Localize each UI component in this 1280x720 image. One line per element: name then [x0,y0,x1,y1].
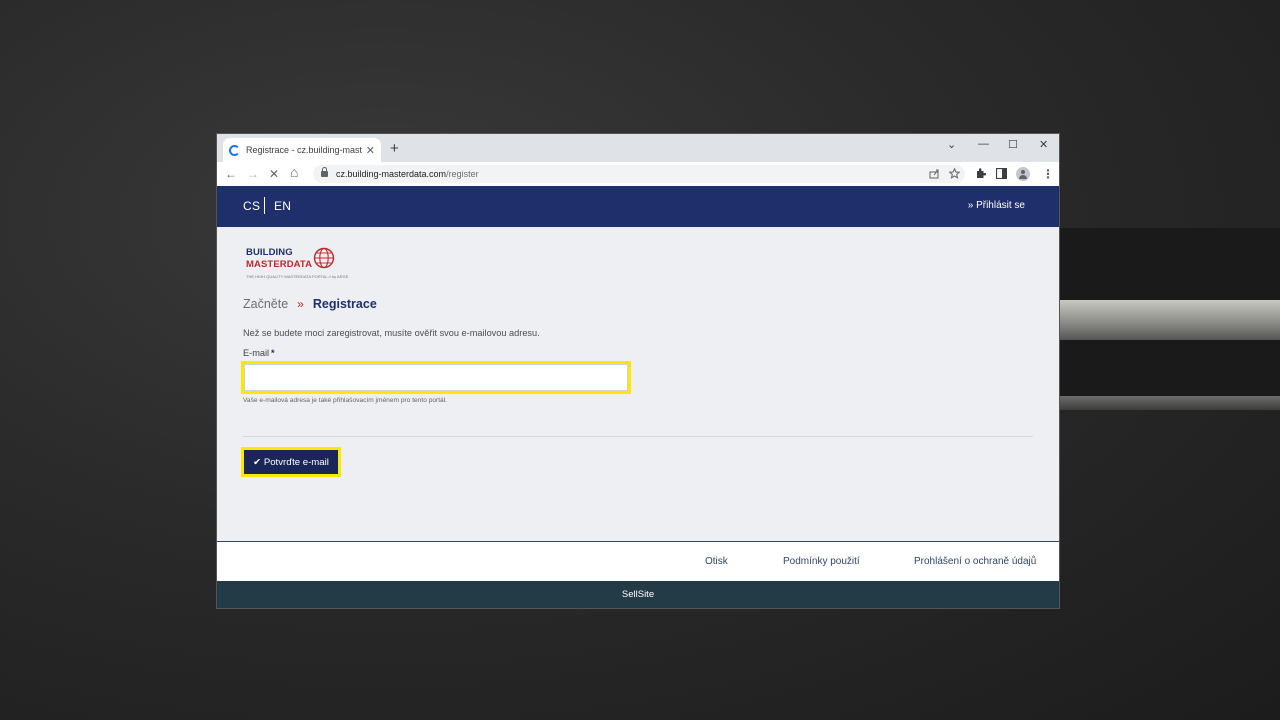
loading-spinner-icon [229,144,240,156]
tab-title: Registrace - cz.building-masterdata.com/… [246,145,362,155]
lang-cs-link[interactable]: CS [243,199,260,213]
url-host: cz.building-masterdata.com [336,169,447,179]
tab-close-icon[interactable]: ✕ [366,144,375,157]
lang-separator [264,197,265,214]
email-label: E-mail * [243,348,275,358]
site-header: CS EN » Přihlásit se [217,186,1059,227]
footer-links: Otisk Podmínky použití Prohlášení o ochr… [217,541,1059,581]
share-icon[interactable] [929,169,940,179]
footer-link-privacy[interactable]: Prohlášení o ochraně údajů [914,556,1036,567]
breadcrumb-start-link[interactable]: Začněte [243,297,288,311]
url-path: /register [446,169,479,179]
back-icon[interactable]: ← [225,166,237,182]
new-tab-icon[interactable]: + [390,140,399,157]
background-metal-bar [1060,300,1280,340]
required-mark: * [271,348,275,358]
lang-en-link[interactable]: EN [274,199,291,213]
tab-search-icon[interactable]: ⌄ [947,138,956,151]
browser-window: Registrace - cz.building-masterdata.com/… [217,134,1059,608]
building-masterdata-logo[interactable]: BUILDING MASTERDATA THE HIGH QUALITY MAS… [246,247,366,281]
confirm-button-highlight: ✔ Potvrďte e-mail [241,447,341,477]
globe-icon [313,247,335,269]
star-icon[interactable] [949,168,960,179]
tab-registrace[interactable]: Registrace - cz.building-masterdata.com/… [223,138,381,162]
close-window-icon[interactable]: ✕ [1039,138,1048,151]
footer-link-otisk[interactable]: Otisk [705,556,728,567]
address-bar[interactable]: cz.building-masterdata.com/register [313,165,965,183]
email-field-highlight [241,361,631,394]
main-content: BUILDING MASTERDATA THE HIGH QUALITY MAS… [217,227,1059,542]
stop-icon[interactable]: ✕ [269,166,279,182]
email-hint: Vaše e-mailová adresa je také přihlašova… [243,397,448,404]
confirm-email-button[interactable]: ✔ Potvrďte e-mail [244,450,338,474]
footer-brand: SellSite [217,581,1059,608]
footer-link-terms[interactable]: Podmínky použití [783,556,860,567]
browser-menu-icon[interactable]: ⋮ [1042,166,1054,182]
email-label-text: E-mail [243,348,270,358]
extensions-icon[interactable] [975,168,986,179]
login-link[interactable]: » Přihlásit se [968,200,1025,211]
email-input[interactable] [244,364,628,391]
lock-icon[interactable] [321,167,328,177]
minimize-icon[interactable]: — [978,138,989,150]
logo-line1: BUILDING [246,247,293,258]
tab-strip: Registrace - cz.building-masterdata.com/… [217,134,1059,162]
intro-text: Než se budete moci zaregistrovat, musíte… [243,328,540,338]
logo-line2: MASTERDATA [246,259,313,270]
breadcrumb: Začněte » Registrace [243,297,377,311]
breadcrumb-separator: » [297,297,304,311]
forward-icon[interactable]: → [247,166,259,182]
profile-icon[interactable] [1016,167,1030,181]
logo-tagline: THE HIGH QUALITY MASTERDATA PORTAL // by… [246,274,349,279]
browser-toolbar: ← → ✕ ⌂ cz.building-masterdata.com/regis… [217,162,1059,186]
breadcrumb-current: Registrace [312,297,377,311]
side-panel-icon[interactable] [996,168,1007,179]
background-metal-edge [1060,396,1280,410]
home-icon[interactable]: ⌂ [290,164,298,180]
form-divider [243,436,1033,437]
maximize-icon[interactable]: ☐ [1008,138,1018,151]
